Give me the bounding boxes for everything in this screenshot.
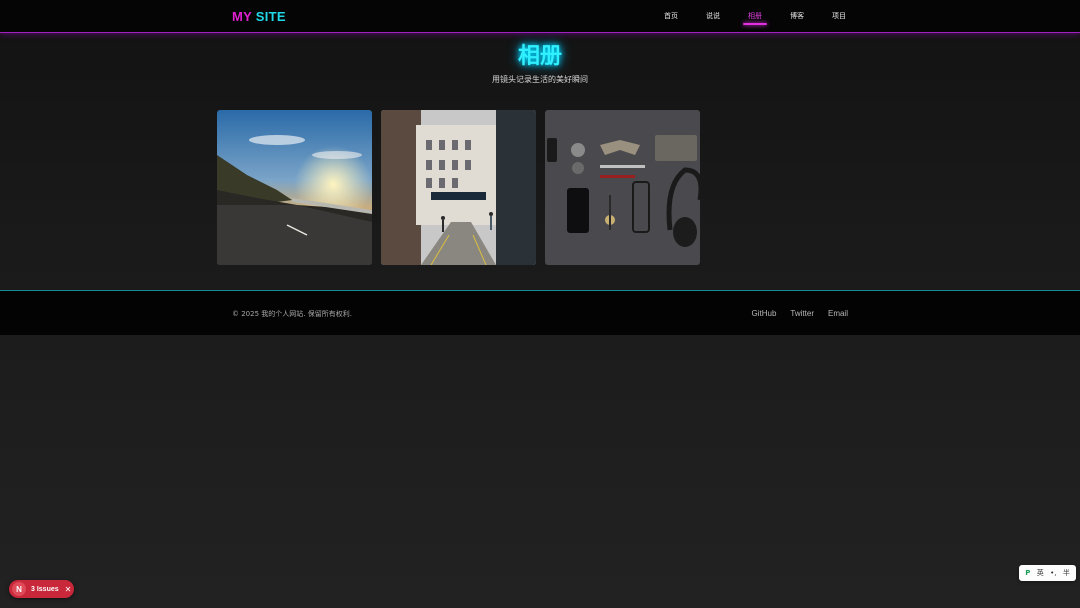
page-subtitle: 用镜头记录生活的美好瞬间 bbox=[492, 75, 588, 84]
ime-logo-icon: P bbox=[1025, 569, 1031, 577]
nav-item-moments[interactable]: 说说 bbox=[692, 0, 734, 33]
issues-count-label: 3 Issues bbox=[31, 585, 59, 593]
logo-part-site: SITE bbox=[255, 9, 286, 24]
photo-road-sunset[interactable] bbox=[217, 110, 372, 265]
nextjs-logo-icon: N bbox=[12, 582, 26, 596]
footer-link-twitter[interactable]: Twitter bbox=[790, 309, 814, 318]
ime-width-toggle[interactable]: 半 bbox=[1063, 568, 1070, 578]
page-title: 相册 bbox=[517, 44, 562, 69]
photo-street[interactable] bbox=[381, 110, 536, 265]
nav-item-home[interactable]: 首页 bbox=[650, 0, 692, 33]
nav-item-album[interactable]: 相册 bbox=[734, 0, 776, 33]
ime-punctuation-toggle[interactable]: •, bbox=[1050, 569, 1056, 577]
ime-toolbar[interactable]: P 英 •, 半 bbox=[1019, 565, 1076, 581]
footer-links: GitHub Twitter Email bbox=[752, 309, 848, 318]
main-nav: 首页 说说 相册 博客 项目 bbox=[650, 0, 860, 33]
photo-flatlay[interactable] bbox=[545, 110, 700, 265]
photo-gallery bbox=[217, 110, 700, 265]
road-sunset-image bbox=[217, 110, 372, 265]
ime-language-toggle[interactable]: 英 bbox=[1037, 568, 1044, 578]
nav-item-projects[interactable]: 项目 bbox=[818, 0, 860, 33]
site-header: MY SITE 首页 说说 相册 博客 项目 bbox=[0, 0, 1080, 33]
logo-part-my: MY bbox=[232, 9, 252, 24]
footer-link-github[interactable]: GitHub bbox=[752, 309, 777, 318]
site-logo[interactable]: MY SITE bbox=[232, 9, 286, 24]
footer-link-email[interactable]: Email bbox=[828, 309, 848, 318]
site-footer: © 2025 我的个人网站. 保留所有权利. GitHub Twitter Em… bbox=[0, 290, 1080, 335]
flatlay-accessories-image bbox=[545, 110, 700, 265]
nav-item-blog[interactable]: 博客 bbox=[776, 0, 818, 33]
close-icon[interactable]: ✕ bbox=[65, 585, 72, 594]
issues-badge[interactable]: N 3 Issues ✕ bbox=[9, 580, 74, 598]
street-buildings-image bbox=[381, 110, 536, 265]
copyright-text: © 2025 我的个人网站. 保留所有权利. bbox=[232, 310, 352, 318]
